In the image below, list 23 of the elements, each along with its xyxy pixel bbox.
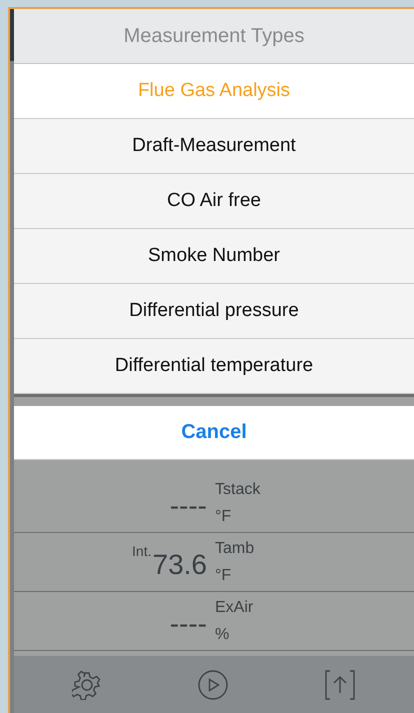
reading-value: ---- [170,607,207,640]
play-button[interactable] [196,668,229,700]
play-icon [196,668,229,700]
upload-icon [324,668,356,700]
reading-unit: °F [215,566,232,584]
reading-value: 73.6 [152,548,207,581]
upload-button[interactable] [324,668,356,700]
sheet-title: Measurement Types [14,9,414,64]
measurement-option[interactable]: CO Air free [14,174,414,229]
reading-prefix: Int. [132,542,152,559]
reading-unit: % [215,626,230,644]
measurement-option[interactable]: Smoke Number [14,229,414,284]
reading-value: ---- [170,489,207,522]
reading-unit: °F [215,508,232,526]
cancel-button[interactable]: Cancel [14,406,414,460]
settings-button[interactable] [72,670,102,700]
measurement-option[interactable]: Differential pressure [14,284,414,339]
reading-name: ExAir [215,598,254,616]
measurement-option[interactable]: Draft-Measurement [14,119,414,174]
settings-icon [72,670,102,700]
reading-name: Tamb [215,540,254,558]
reading-name: Tstack [215,480,260,498]
measurement-option[interactable]: Differential temperature [14,339,414,394]
